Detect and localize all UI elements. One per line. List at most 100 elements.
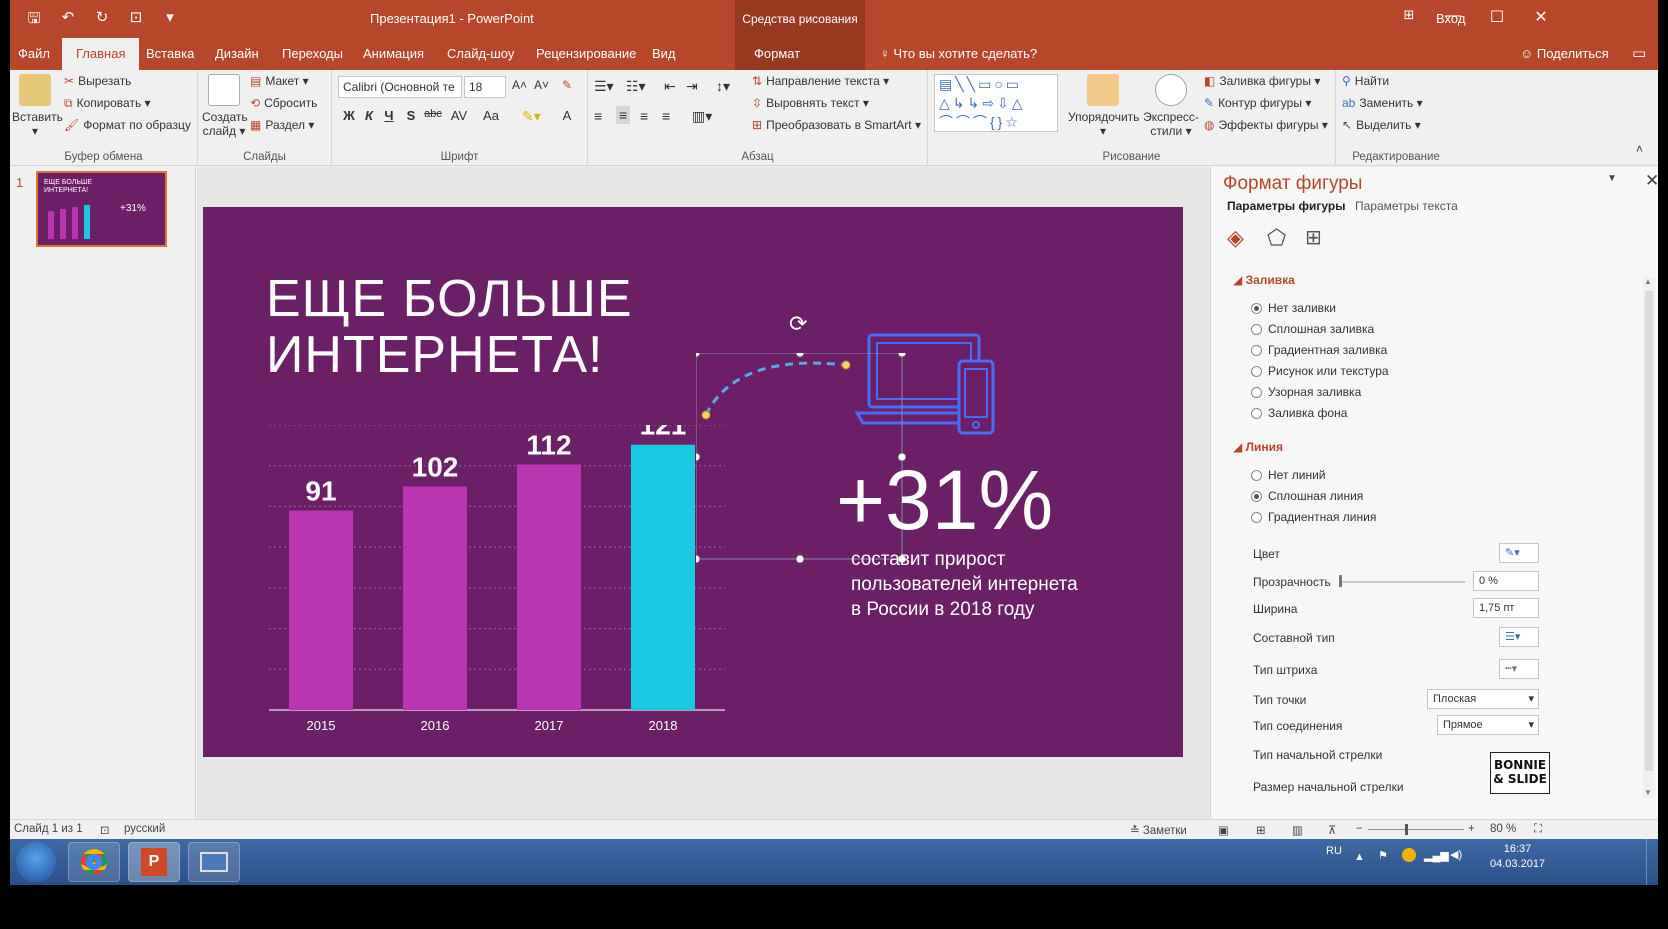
arrange-button[interactable]: Упорядочить ▾ [1068,74,1139,138]
adjust-handle[interactable] [841,360,851,370]
powerpoint-taskbar-button[interactable]: P [128,842,180,882]
cut-button[interactable]: ✂ Вырезать [64,74,131,88]
clear-format-icon[interactable]: ✎ [562,78,572,92]
transparency-slider-thumb[interactable] [1339,575,1342,587]
resize-handle[interactable] [897,353,906,358]
shapes-gallery[interactable]: ▤╲╲▭○▭ △↳↳⇨⇩△ ⌒⌒⌒{}☆ [934,74,1058,132]
fill-option-none[interactable]: Нет заливки [1251,301,1336,315]
paste-button[interactable]: Вставить ▾ [12,74,63,138]
font-size-combo[interactable]: 18 [464,76,506,98]
customize-qat-icon[interactable]: ▾ [160,8,180,33]
save-icon[interactable]: 🖫 [24,8,44,33]
action-center-flag-icon[interactable]: ⚑ [1378,849,1388,862]
smartart-button[interactable]: ⊞ Преобразовать в SmartArt ▾ [752,118,921,132]
copy-button[interactable]: ⧉ Копировать ▾ [64,96,151,111]
align-left-icon[interactable]: ≡ [594,108,602,124]
big-percentage[interactable]: +31% [836,452,1053,549]
share-button[interactable]: ☺ Поделиться [1520,46,1609,61]
slide-subtitle[interactable]: составит прирост пользователей интернета… [851,547,1078,622]
resize-handle[interactable] [795,554,805,563]
tell-me-search[interactable]: ♀ Что вы хотите сделать? [880,46,1037,61]
chrome-taskbar-button[interactable] [68,842,120,882]
slide-title[interactable]: ЕЩЕ БОЛЬШЕ ИНТЕРНЕТА! [266,271,633,383]
fill-option-background[interactable]: Заливка фона [1251,406,1347,420]
tray-app-icon[interactable] [1402,848,1416,862]
close-button[interactable]: ✕ [1526,7,1556,27]
tab-home[interactable]: Главная [62,38,140,70]
increase-indent-icon[interactable]: ⇥ [686,78,698,95]
windows-start-icon[interactable] [16,842,56,882]
resize-handle[interactable] [795,353,805,358]
font-color-button[interactable]: A [556,108,578,123]
pane-scrollbar[interactable]: ▲ ▼ [1643,277,1655,797]
join-type-select[interactable]: Прямое ▾ [1437,715,1539,735]
text-direction-button[interactable]: ⇅ Направление текста ▾ [752,74,889,88]
layout-button[interactable]: ▤ Макет ▾ [250,74,309,88]
shape-fill-button[interactable]: ◧ Заливка фигуры ▾ [1204,74,1320,88]
tab-format[interactable]: Формат [754,46,800,61]
undo-icon[interactable]: ↶ [58,8,78,33]
size-properties-icon[interactable]: ⊞ [1305,225,1331,251]
align-right-icon[interactable]: ≡ [640,108,648,124]
fill-option-pattern[interactable]: Узорная заливка [1251,385,1361,399]
tab-view[interactable]: Вид [652,46,676,61]
maximize-button[interactable]: ☐ [1482,7,1512,27]
line-section-header[interactable]: ◢ Линия [1233,440,1283,454]
adjust-handle[interactable] [701,410,711,420]
tab-slideshow[interactable]: Слайд-шоу [447,46,514,61]
fit-slide-icon[interactable]: ⛶ [1534,823,1542,836]
change-case-button[interactable]: Aa [478,108,504,123]
tab-design[interactable]: Дизайн [215,46,259,61]
fill-option-picture[interactable]: Рисунок или текстура [1251,364,1389,378]
shrink-font-icon[interactable]: A˅ [534,78,549,92]
slideshow-view-icon[interactable]: ⊼ [1328,823,1336,837]
bold-button[interactable]: Ж [338,108,360,123]
tray-expand-icon[interactable]: ▲ [1354,851,1365,863]
new-slide-button[interactable]: Создать слайд ▾ [202,74,248,138]
section-button[interactable]: ▦ Раздел ▾ [250,118,314,132]
bullets-icon[interactable]: ☰▾ [594,78,614,95]
zoom-level[interactable]: 80 % [1490,823,1516,835]
select-button[interactable]: ↖ Выделить ▾ [1342,118,1421,132]
reading-view-icon[interactable]: ▥ [1292,823,1303,837]
transparency-input[interactable]: 0 % [1473,571,1539,591]
fill-section-header[interactable]: ◢ Заливка [1233,273,1295,287]
line-color-picker[interactable]: ✎▾ [1499,543,1539,563]
reset-button[interactable]: ⟲ Сбросить [250,96,317,110]
shape-outline-button[interactable]: ✎ Контур фигуры ▾ [1204,96,1311,110]
justify-icon[interactable]: ≡ [662,108,670,124]
show-desktop-button[interactable] [1646,839,1658,885]
network-icon[interactable]: ▂▄▆ [1424,849,1449,862]
italic-button[interactable]: К [358,108,380,123]
redo-icon[interactable]: ↻ [92,8,112,33]
volume-icon[interactable]: ◀) [1450,848,1462,861]
tab-review[interactable]: Рецензирование [536,46,636,61]
line-spacing-icon[interactable]: ↕▾ [716,78,730,95]
font-name-combo[interactable]: Calibri (Основной те [338,76,462,98]
find-button[interactable]: ⚲ Найти [1342,74,1389,88]
tab-shape-options[interactable]: Параметры фигуры [1227,199,1345,213]
numbering-icon[interactable]: ☷▾ [626,78,646,95]
pane-close-icon[interactable]: ✕ [1645,171,1658,191]
notes-button[interactable]: ≛ Заметки [1130,823,1187,837]
tab-insert[interactable]: Вставка [146,46,194,61]
fill-option-gradient[interactable]: Градиентная заливка [1251,343,1387,357]
collapse-ribbon-icon[interactable]: ˄ [1636,142,1643,156]
remote-desktop-taskbar-button[interactable] [188,842,240,882]
width-input[interactable]: 1,75 пт [1473,598,1539,618]
normal-view-icon[interactable]: ▣ [1218,823,1229,837]
scroll-down-icon[interactable]: ▼ [1644,788,1652,797]
bar-chart[interactable]: 91 2015 102 2016 112 2017 121 2018 [263,425,733,733]
tab-animations[interactable]: Анимация [363,46,424,61]
shadow-button[interactable]: S [400,108,422,123]
line-option-solid[interactable]: Сплошная линия [1251,489,1363,503]
grow-font-icon[interactable]: A˄ [512,78,527,92]
align-center-icon[interactable]: ≡ [616,106,631,124]
columns-icon[interactable]: ▥▾ [692,108,712,125]
tab-file[interactable]: Файл [18,46,50,61]
pane-scrollbar-thumb[interactable] [1645,291,1653,771]
shape-effects-button[interactable]: ◍ Эффекты фигуры ▾ [1204,118,1328,132]
align-text-button[interactable]: ⇳ Выровнять текст ▾ [752,96,869,110]
language-indicator[interactable]: русский [124,823,165,835]
fill-line-icon[interactable]: ◈ [1227,225,1253,251]
